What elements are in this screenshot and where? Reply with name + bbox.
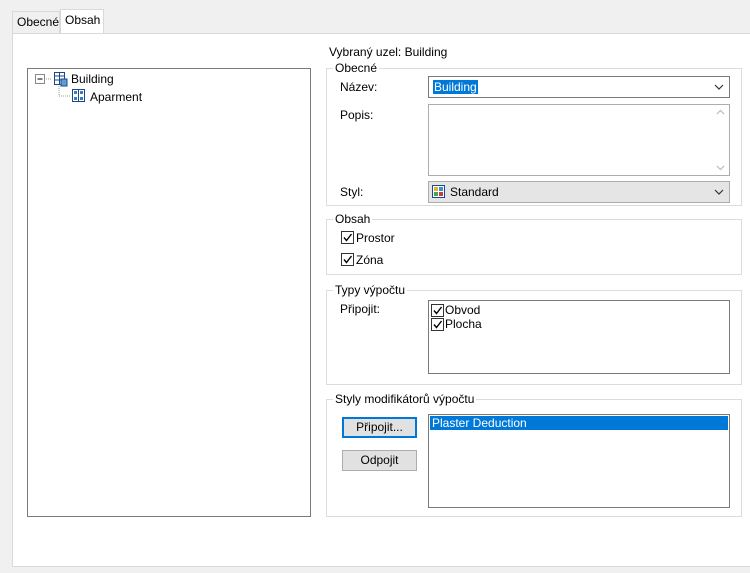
checkmark-icon — [433, 320, 443, 329]
name-label: Název: — [340, 80, 378, 94]
structure-tree[interactable]: Building Aparment — [27, 68, 311, 517]
description-label: Popis: — [340, 108, 374, 122]
modifier-list-item[interactable]: Plaster Deduction — [430, 416, 728, 430]
checkbox-zona[interactable] — [341, 253, 354, 266]
collapse-icon[interactable] — [35, 74, 46, 85]
checkbox-plocha[interactable] — [431, 318, 444, 331]
general-group-legend: Obecné — [335, 61, 378, 75]
name-combobox[interactable]: Building — [428, 76, 730, 98]
scroll-down-icon[interactable] — [716, 165, 725, 171]
style-combobox[interactable]: Standard — [428, 181, 730, 203]
building-node-icon — [54, 72, 68, 87]
calc-types-group-legend: Typy výpočtu — [335, 283, 406, 297]
style-value: Standard — [450, 185, 499, 199]
chevron-down-icon[interactable] — [713, 81, 725, 93]
attach-modifier-button[interactable]: Připojit... — [342, 417, 417, 438]
apartment-node-icon — [72, 89, 85, 102]
style-label: Styl: — [340, 185, 364, 199]
checkbox-obvod-label[interactable]: Obvod — [445, 303, 480, 317]
calc-types-attach-label: Připojit: — [340, 302, 381, 316]
description-textarea[interactable] — [428, 104, 730, 176]
description-scrollbar[interactable] — [712, 105, 729, 175]
tree-node-aparment[interactable]: Aparment — [90, 90, 142, 104]
detach-modifier-button[interactable]: Odpojit — [342, 450, 417, 471]
scroll-up-icon[interactable] — [716, 109, 725, 115]
checkbox-zona-label[interactable]: Zóna — [356, 253, 383, 267]
checkbox-plocha-label[interactable]: Plocha — [445, 317, 482, 331]
checkmark-icon — [433, 306, 443, 315]
name-value: Building — [433, 80, 478, 94]
checkbox-prostor-label[interactable]: Prostor — [356, 231, 395, 245]
modifiers-listbox[interactable]: Plaster Deduction — [428, 414, 730, 508]
tree-node-building[interactable]: Building — [71, 72, 114, 86]
chevron-down-icon[interactable] — [713, 186, 725, 198]
checkbox-obvod[interactable] — [431, 304, 444, 317]
tab-obecne[interactable]: Obecné — [12, 11, 60, 33]
selected-node-caption: Vybraný uzel: Building — [329, 45, 448, 59]
tab-obsah[interactable]: Obsah — [60, 9, 104, 33]
content-group-legend: Obsah — [335, 212, 371, 226]
calc-types-checklist[interactable]: Obvod Plocha — [428, 300, 730, 374]
style-icon — [432, 185, 445, 198]
checkmark-icon — [343, 233, 353, 242]
checkmark-icon — [343, 255, 353, 264]
checkbox-prostor[interactable] — [341, 231, 354, 244]
modifiers-group-legend: Styly modifikátorů výpočtu — [335, 392, 475, 406]
